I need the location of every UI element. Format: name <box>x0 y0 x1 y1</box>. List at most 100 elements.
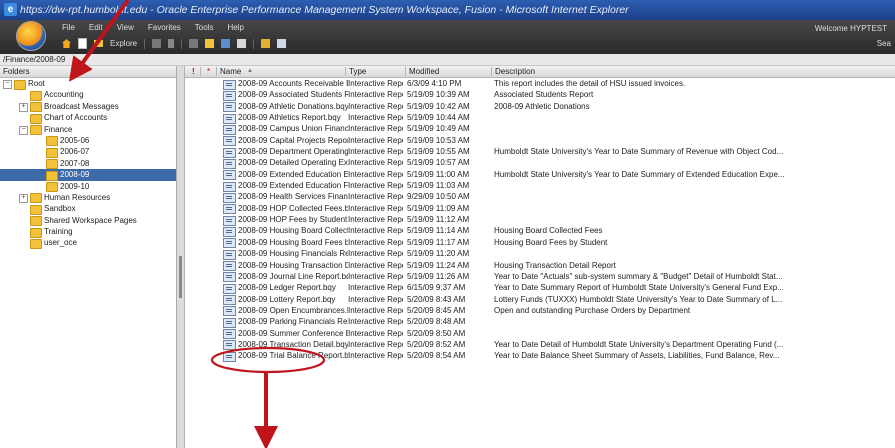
folder-tree-item[interactable]: + Broadcast Messages <box>0 101 176 113</box>
table-row[interactable]: 2008-09 Detailed Operating Expen...Inter… <box>185 157 895 169</box>
table-row[interactable]: 2008-09 Transaction Detail.bqy Interactiv… <box>185 339 895 351</box>
menu-help[interactable]: Help <box>227 23 243 32</box>
workspace-logo-icon[interactable] <box>17 22 45 50</box>
row-description: Housing Board Collected Fees <box>494 226 603 236</box>
row-name: 2008-09 Athletic Donations.bqy <box>238 101 348 111</box>
row-modified: 5/19/09 11:24 AM <box>407 260 470 270</box>
menu-favorites[interactable]: Favorites <box>148 23 181 32</box>
priority-column-header[interactable]: ! <box>192 66 195 77</box>
table-row[interactable]: 2008-09 Housing Board Collected ...Inter… <box>185 225 895 237</box>
open-folder-icon[interactable] <box>94 40 103 47</box>
row-name: 2008-09 Parking Financials Report... <box>238 317 348 327</box>
table-row[interactable]: 2008-09 Summer Conference Exp...Interact… <box>185 328 895 340</box>
row-type: Interactive Repor... <box>348 101 403 111</box>
table-row[interactable]: 2008-09 Capital Projects Report.bqyInter… <box>185 135 895 147</box>
modified-column-header[interactable]: Modified <box>409 66 439 77</box>
table-row[interactable]: 2008-09 Housing Board Fees by ...Interac… <box>185 237 895 249</box>
table-row[interactable]: 2008-09 Housing Transaction Det...Intera… <box>185 260 895 271</box>
toolbar: Explore <box>62 38 287 49</box>
favorites-icon[interactable] <box>261 39 271 48</box>
table-row[interactable]: 2008-09 Extended Education Exp...Interac… <box>185 169 895 181</box>
collapse-icon[interactable]: − <box>19 125 28 135</box>
description-column-header[interactable]: Description <box>495 66 535 77</box>
table-row[interactable]: 2008-09 Athletic Donations.bqy Interactiv… <box>185 101 895 113</box>
sort-ascending-icon[interactable]: ▲ <box>247 66 253 77</box>
refresh-icon[interactable] <box>277 39 287 48</box>
new-folder-icon[interactable] <box>205 39 215 48</box>
search-label[interactable]: Sea <box>877 39 891 48</box>
print-icon[interactable] <box>152 39 162 48</box>
interactive-report-icon <box>223 158 236 169</box>
layout-icon[interactable] <box>168 39 175 48</box>
collapse-icon[interactable]: − <box>3 80 12 89</box>
folder-tree-item[interactable]: user_oce <box>0 237 176 249</box>
panel-splitter[interactable] <box>177 66 185 448</box>
folder-tree-item[interactable]: − Root <box>0 78 176 90</box>
folder-tree-item[interactable]: 2009-10 <box>0 181 176 193</box>
new-document-icon[interactable] <box>78 38 87 49</box>
table-row[interactable]: 2008-09 Trial Balance Report.bqy Interact… <box>185 350 895 362</box>
table-row[interactable]: 2008-09 Ledger Report.bqy Interactive Rep… <box>185 282 895 294</box>
table-row[interactable]: 2008-09 Lottery Report.bqy Interactive Re… <box>185 294 895 306</box>
name-column-header[interactable]: Name <box>220 66 241 77</box>
row-description: Year to Date Balance Sheet Summary of As… <box>494 351 780 361</box>
interactive-report-icon <box>223 272 236 283</box>
row-name: 2008-09 HOP Collected Fees.bqy <box>238 203 348 213</box>
folder-tree-item[interactable]: Accounting <box>0 89 176 101</box>
folder-label: Chart of Accounts <box>44 113 108 123</box>
table-row[interactable]: 2008-09 Journal Line Report.bqy Interacti… <box>185 271 895 283</box>
copy-icon[interactable] <box>189 39 199 48</box>
folder-tree-item[interactable]: − Finance <box>0 124 176 136</box>
expand-icon[interactable]: + <box>19 102 28 112</box>
type-column-header[interactable]: Type <box>349 66 366 77</box>
interactive-report-icon <box>223 249 236 260</box>
menu-file[interactable]: File <box>62 23 75 32</box>
row-modified: 6/15/09 9:37 AM <box>407 283 466 293</box>
interactive-report-icon <box>223 329 236 340</box>
table-row[interactable]: 2008-09 HOP Fees by Student.bqyInteracti… <box>185 214 895 226</box>
menu-edit[interactable]: Edit <box>89 23 103 32</box>
table-row[interactable]: 2008-09 Housing Financials Repo...Intera… <box>185 248 895 260</box>
home-icon[interactable] <box>62 39 71 48</box>
table-row[interactable]: 2008-09 Extended Education Fina...Intera… <box>185 180 895 192</box>
folder-tree-item[interactable]: 2008-09 <box>0 169 176 181</box>
table-row[interactable]: 2008-09 Parking Financials Report...Inte… <box>185 316 895 328</box>
row-name: 2008-09 Campus Union Financials... <box>238 124 348 134</box>
table-row[interactable]: 2008-09 Athletics Report.bqy Interactive … <box>185 112 895 124</box>
row-modified: 5/20/09 8:43 AM <box>407 294 466 304</box>
row-name: 2008-09 Housing Transaction Det... <box>238 260 348 270</box>
folder-icon <box>46 170 58 181</box>
explore-button[interactable]: Explore <box>110 39 137 48</box>
folder-label: Accounting <box>44 90 84 100</box>
folder-tree-item[interactable]: 2006-07 <box>0 146 176 158</box>
folder-tree-item[interactable]: Training <box>0 226 176 238</box>
row-modified: 5/19/09 11:17 AM <box>407 237 470 247</box>
menu-tools[interactable]: Tools <box>195 23 214 32</box>
interactive-report-icon <box>223 90 236 101</box>
row-type: Interactive Repor... <box>348 79 403 88</box>
table-row[interactable]: 2008-09 HOP Collected Fees.bqy Interactiv… <box>185 203 895 215</box>
row-type: Interactive Repor... <box>348 305 403 315</box>
table-row[interactable]: 2008-09 Health Services Financial...Inte… <box>185 191 895 203</box>
table-row[interactable]: 2008-09 Campus Union Financials...Intera… <box>185 123 895 135</box>
folder-tree-item[interactable]: Shared Workspace Pages <box>0 215 176 227</box>
splitter-grip[interactable] <box>179 256 182 298</box>
favorite-column-header[interactable]: * <box>207 66 210 77</box>
folder-icon <box>14 79 26 90</box>
table-row[interactable]: 2008-09 Associated Students Re...Interac… <box>185 89 895 101</box>
folder-tree-item[interactable]: + Human Resources <box>0 192 176 204</box>
folder-tree-item[interactable]: 2007-08 <box>0 158 176 170</box>
menu-view[interactable]: View <box>117 23 134 32</box>
table-row[interactable]: 2008-09 Open Encumbrances.bqy Interactive… <box>185 305 895 317</box>
table-row[interactable]: 2008-09 Accounts Receivable Bill...Inter… <box>185 78 895 90</box>
table-row[interactable]: 2008-09 Department Operating Fu...Intera… <box>185 146 895 158</box>
folder-tree-item[interactable]: Chart of Accounts <box>0 112 176 124</box>
properties-icon[interactable] <box>237 39 247 48</box>
folder-tree-item[interactable]: Sandbox <box>0 203 176 215</box>
internet-explorer-icon: e <box>4 3 17 16</box>
link-icon[interactable] <box>221 39 231 48</box>
row-name: 2008-09 Detailed Operating Expen... <box>238 158 348 168</box>
row-name: 2008-09 Housing Board Fees by ... <box>238 237 348 247</box>
folder-tree-item[interactable]: 2005-06 <box>0 135 176 147</box>
expand-icon[interactable]: + <box>19 193 28 203</box>
